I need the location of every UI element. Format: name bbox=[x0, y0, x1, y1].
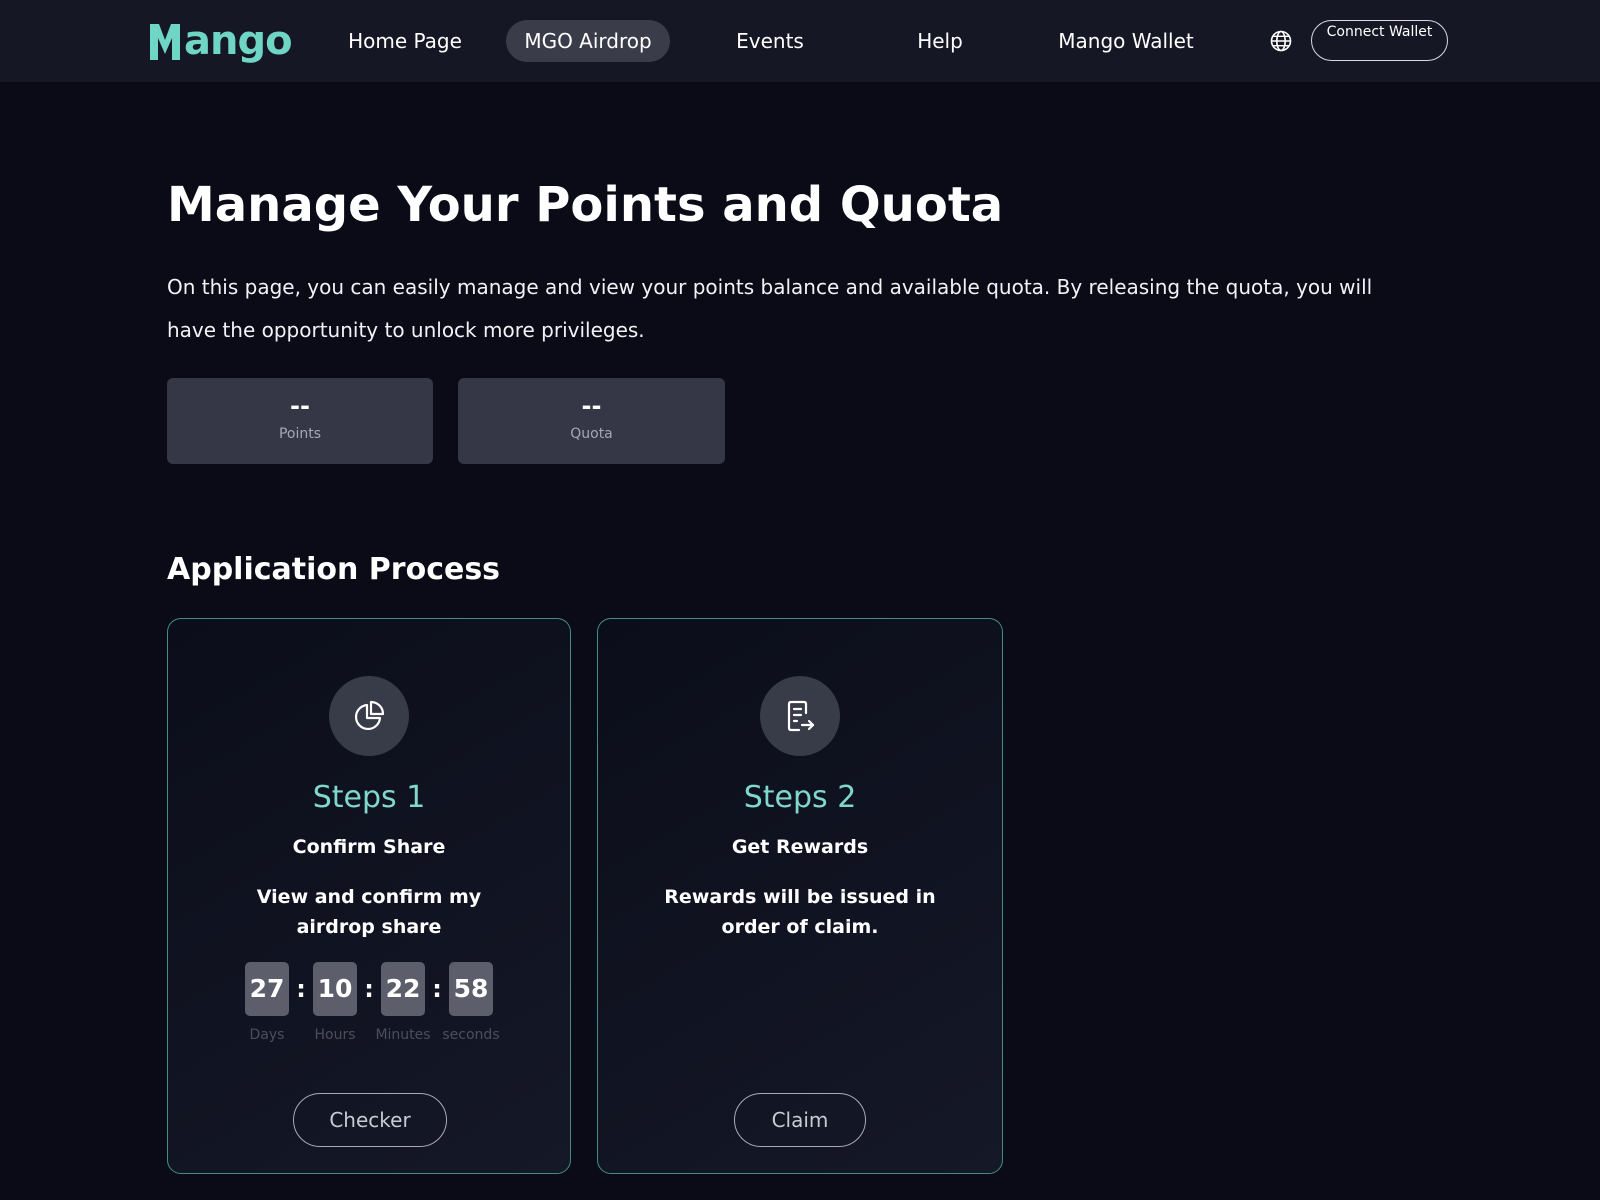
mango-logo-mark bbox=[150, 24, 180, 60]
nav-home-page[interactable]: Home Page bbox=[339, 20, 471, 62]
step-2-description: Rewards will be issued in order of claim… bbox=[664, 886, 936, 938]
step-2-title: Steps 2 bbox=[743, 780, 857, 815]
quota-label: Quota bbox=[570, 426, 613, 442]
countdown-days: 27 Days bbox=[241, 962, 293, 1043]
checker-button[interactable]: Checker bbox=[293, 1093, 447, 1147]
countdown-seconds-label: seconds bbox=[442, 1027, 500, 1043]
page-title: Manage Your Points and Quota bbox=[167, 177, 1004, 233]
top-navigation-bar: ango Home Page MGO Airdrop Events Help M… bbox=[0, 0, 1600, 82]
step-1-card: Steps 1 Confirm Share View and confirm m… bbox=[167, 618, 571, 1174]
countdown-separator: : bbox=[432, 975, 442, 1003]
countdown-separator: : bbox=[364, 975, 374, 1003]
step-1-title: Steps 1 bbox=[312, 780, 426, 815]
connect-wallet-button[interactable]: Connect Wallet bbox=[1311, 20, 1448, 61]
nav-events[interactable]: Events bbox=[720, 20, 820, 62]
countdown-separator: : bbox=[296, 975, 306, 1003]
countdown-days-value: 27 bbox=[245, 962, 289, 1016]
step-2-card: Steps 2 Get Rewards Rewards will be issu… bbox=[597, 618, 1003, 1174]
points-label: Points bbox=[278, 426, 322, 442]
pie-chart-icon bbox=[354, 700, 385, 731]
step-1-description: View and confirm my airdrop share bbox=[256, 886, 482, 938]
step-1-icon-circle bbox=[329, 676, 409, 756]
countdown-days-label: Days bbox=[249, 1027, 285, 1043]
countdown-hours-label: Hours bbox=[314, 1027, 356, 1043]
step-2-subtitle: Get Rewards bbox=[731, 836, 869, 858]
logo-text: ango bbox=[184, 18, 293, 64]
document-export-icon bbox=[787, 700, 815, 732]
claim-button[interactable]: Claim bbox=[734, 1093, 866, 1147]
countdown-minutes-value: 22 bbox=[381, 962, 425, 1016]
countdown-hours-value: 10 bbox=[313, 962, 357, 1016]
globe-icon[interactable] bbox=[1270, 30, 1292, 52]
step-1-subtitle: Confirm Share bbox=[292, 836, 446, 858]
nav-mango-wallet[interactable]: Mango Wallet bbox=[1050, 20, 1202, 62]
countdown-timer: 27 Days : 10 Hours : 22 Minutes : 58 sec… bbox=[168, 962, 570, 1043]
countdown-hours: 10 Hours bbox=[309, 962, 361, 1043]
countdown-seconds: 58 seconds bbox=[442, 962, 500, 1043]
points-value: -- bbox=[290, 392, 310, 420]
quota-stat-card: -- Quota bbox=[458, 378, 725, 464]
mango-logo[interactable]: ango bbox=[148, 18, 293, 64]
countdown-seconds-value: 58 bbox=[449, 962, 493, 1016]
page-description: On this page, you can easily manage and … bbox=[167, 275, 1373, 342]
nav-mgo-airdrop[interactable]: MGO Airdrop bbox=[506, 20, 670, 62]
step-2-icon-circle bbox=[760, 676, 840, 756]
countdown-minutes-label: Minutes bbox=[375, 1027, 431, 1043]
nav-help[interactable]: Help bbox=[900, 20, 980, 62]
quota-value: -- bbox=[581, 392, 602, 420]
countdown-minutes: 22 Minutes bbox=[375, 962, 431, 1043]
application-process-heading: Application Process bbox=[167, 552, 501, 587]
points-stat-card: -- Points bbox=[167, 378, 433, 464]
